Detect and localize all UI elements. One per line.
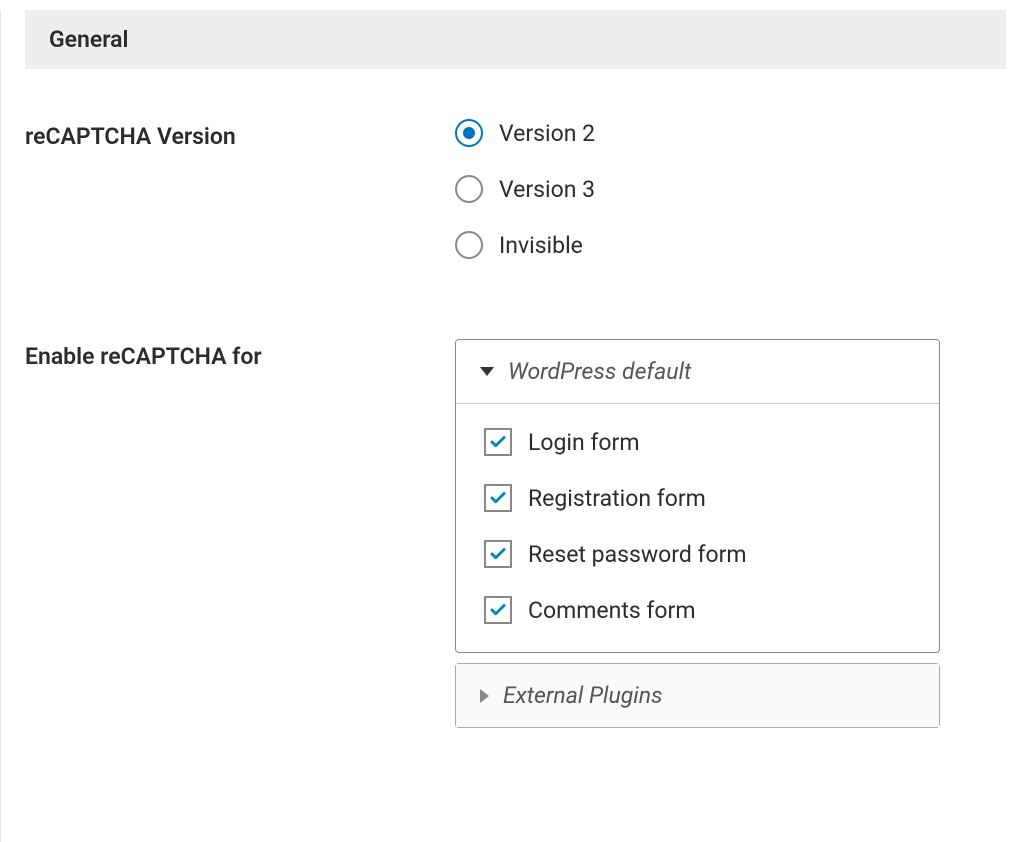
- accordion-header-external-plugins[interactable]: External Plugins: [456, 664, 939, 727]
- checkbox-box-icon: [484, 540, 512, 568]
- checkbox-comments-form[interactable]: Comments form: [484, 596, 911, 624]
- checkbox-login-form[interactable]: Login form: [484, 428, 911, 456]
- accordion-title: WordPress default: [508, 358, 691, 385]
- accordion-wordpress-default: WordPress default Login form Registratio…: [455, 339, 940, 653]
- checkbox-label: Registration form: [528, 485, 706, 512]
- label-enable-for: Enable reCAPTCHA for: [25, 339, 455, 370]
- section-header-general: General: [25, 10, 1006, 69]
- chevron-down-icon: [480, 367, 494, 376]
- checkbox-box-icon: [484, 596, 512, 624]
- check-icon: [489, 489, 507, 507]
- radio-circle-icon: [455, 231, 483, 259]
- accordion-body-wordpress-default: Login form Registration form Reset passw…: [456, 403, 939, 652]
- radio-version-2[interactable]: Version 2: [455, 119, 1006, 147]
- checkbox-registration-form[interactable]: Registration form: [484, 484, 911, 512]
- check-icon: [489, 545, 507, 563]
- accordion-external-plugins: External Plugins: [455, 663, 940, 728]
- radio-version-3[interactable]: Version 3: [455, 175, 1006, 203]
- accordion-title: External Plugins: [503, 682, 663, 709]
- control-enable-for: WordPress default Login form Registratio…: [455, 339, 1006, 728]
- chevron-right-icon: [480, 689, 489, 703]
- radio-circle-icon: [455, 175, 483, 203]
- row-enable-for: Enable reCAPTCHA for WordPress default L…: [25, 339, 1006, 728]
- radio-dot-icon: [463, 127, 475, 139]
- radio-label: Invisible: [499, 232, 583, 259]
- label-recaptcha-version: reCAPTCHA Version: [25, 119, 455, 150]
- settings-content: reCAPTCHA Version Version 2 Version 3 In…: [1, 69, 1030, 728]
- accordion-header-wordpress-default[interactable]: WordPress default: [456, 340, 939, 403]
- radio-group-version: Version 2 Version 3 Invisible: [455, 119, 1006, 259]
- checkbox-label: Login form: [528, 429, 640, 456]
- radio-label: Version 2: [499, 120, 595, 147]
- section-title: General: [49, 26, 129, 53]
- radio-label: Version 3: [499, 176, 595, 203]
- checkbox-box-icon: [484, 484, 512, 512]
- control-recaptcha-version: Version 2 Version 3 Invisible: [455, 119, 1006, 259]
- checkbox-reset-password-form[interactable]: Reset password form: [484, 540, 911, 568]
- checkbox-label: Comments form: [528, 597, 696, 624]
- row-recaptcha-version: reCAPTCHA Version Version 2 Version 3 In…: [25, 119, 1006, 259]
- check-icon: [489, 433, 507, 451]
- check-icon: [489, 601, 507, 619]
- checkbox-box-icon: [484, 428, 512, 456]
- radio-version-invisible[interactable]: Invisible: [455, 231, 1006, 259]
- checkbox-label: Reset password form: [528, 541, 747, 568]
- radio-circle-icon: [455, 119, 483, 147]
